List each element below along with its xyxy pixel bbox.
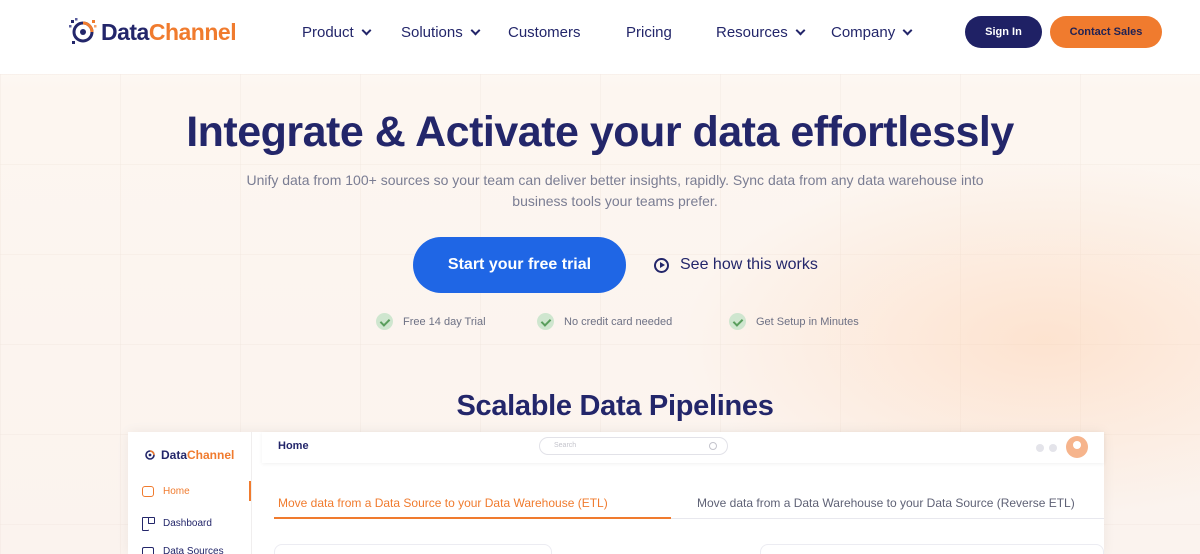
play-circle-icon — [654, 257, 669, 273]
settings-icon — [1049, 444, 1057, 452]
active-tab-underline — [274, 517, 671, 519]
menu-item-label: Product — [302, 24, 354, 41]
datachannel-logo-icon — [144, 449, 156, 461]
preview-sidebar: Data Channel Home Dashboard Data Sources — [128, 432, 252, 554]
menu-item-label: Customers — [508, 24, 581, 41]
chevron-down-icon — [795, 25, 806, 36]
preview-nav-data-sources: Data Sources — [142, 546, 224, 554]
preview-logo-part2: Channel — [187, 448, 235, 462]
preview-card — [274, 544, 552, 554]
active-indicator — [249, 481, 251, 501]
preview-nav-dashboard: Dashboard — [142, 517, 212, 531]
chevron-down-icon — [470, 25, 481, 36]
chevron-down-icon — [361, 25, 372, 36]
preview-nav-home: Home — [142, 486, 190, 497]
sign-in-button[interactable]: Sign In — [965, 16, 1042, 48]
preview-topbar: Home Search — [262, 432, 1104, 463]
preview-nav-label: Home — [163, 486, 190, 497]
feature-no-credit-card: No credit card needed — [537, 313, 672, 330]
see-how-it-works-link[interactable]: See how this works — [654, 256, 818, 274]
home-icon — [142, 486, 154, 497]
datachannel-logo-icon — [68, 17, 98, 47]
preview-page-title: Home — [278, 440, 309, 452]
hero-subtitle: Unify data from 100+ sources so your tea… — [246, 172, 984, 209]
contact-sales-button[interactable]: Contact Sales — [1050, 16, 1162, 48]
logo-wordmark: DataChannel — [101, 18, 237, 45]
start-free-trial-button[interactable]: Start your free trial — [413, 237, 626, 293]
feature-free-trial: Free 14 day Trial — [376, 313, 486, 330]
preview-search-input: Search — [539, 437, 728, 455]
preview-logo: Data Channel — [144, 448, 234, 462]
preview-card — [760, 544, 1104, 554]
menu-item-product[interactable]: Product — [302, 24, 372, 41]
check-icon — [537, 313, 554, 330]
preview-logo-part1: Data — [161, 448, 188, 462]
menu-item-pricing[interactable]: Pricing — [626, 24, 672, 41]
feature-label: Get Setup in Minutes — [756, 315, 859, 328]
menu-item-label: Company — [831, 24, 896, 41]
menu-item-customers[interactable]: Customers — [508, 24, 581, 41]
search-icon — [709, 442, 717, 450]
check-icon — [729, 313, 746, 330]
top-navigation: DataChannel Product Solutions Customers … — [0, 0, 1200, 74]
feature-label: No credit card needed — [564, 315, 673, 328]
preview-nav-label: Dashboard — [163, 517, 212, 529]
avatar — [1066, 436, 1088, 458]
menu-item-resources[interactable]: Resources — [716, 24, 806, 41]
preview-tab-etl: Move data from a Data Source to your Dat… — [278, 496, 608, 510]
feature-quick-setup: Get Setup in Minutes — [729, 313, 859, 330]
app-preview-screenshot: Data Channel Home Dashboard Data Sources … — [128, 432, 1104, 554]
chevron-down-icon — [902, 25, 913, 36]
notification-icon — [1036, 444, 1044, 452]
hero-title: Integrate & Activate your data effortles… — [186, 108, 1014, 156]
feature-label: Free 14 day Trial — [403, 315, 486, 328]
menu-item-company[interactable]: Company — [831, 24, 913, 41]
dashboard-icon — [142, 517, 155, 531]
tab-divider — [671, 518, 1104, 519]
logo[interactable]: DataChannel — [68, 14, 237, 50]
data-source-icon — [142, 547, 154, 554]
preview-tab-reverse-etl: Move data from a Data Warehouse to your … — [697, 496, 1075, 510]
check-icon — [376, 313, 393, 330]
menu-item-label: Solutions — [401, 24, 463, 41]
preview-search-placeholder: Search — [554, 442, 577, 449]
see-how-label: See how this works — [680, 256, 818, 273]
menu-item-label: Pricing — [626, 24, 672, 41]
preview-nav-label: Data Sources — [163, 546, 224, 554]
section-title: Scalable Data Pipelines — [456, 390, 774, 422]
menu-item-label: Resources — [716, 24, 788, 41]
menu-item-solutions[interactable]: Solutions — [401, 24, 481, 41]
